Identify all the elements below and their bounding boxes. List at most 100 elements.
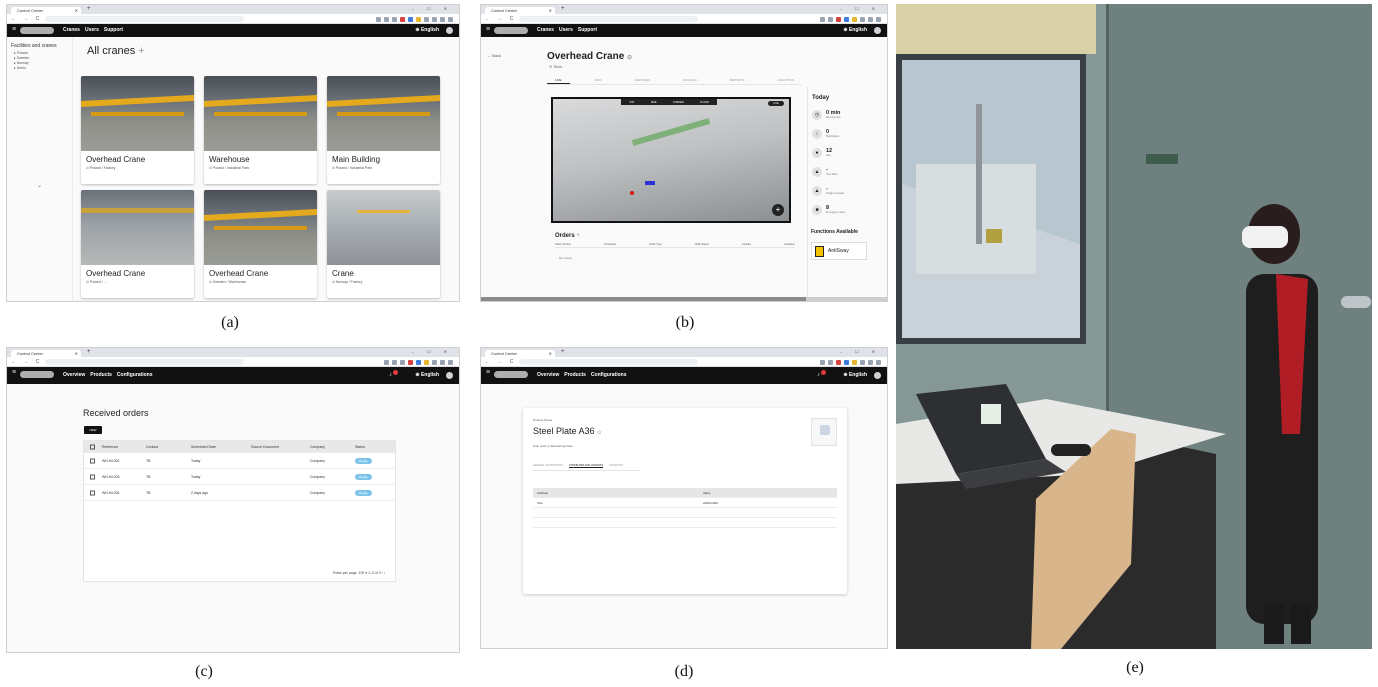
3d-crane-viewport[interactable]: TOP SIDE CORNER FLOOR LIVE +	[551, 97, 791, 223]
tab-info[interactable]: INFO	[587, 77, 610, 84]
product-image-placeholder[interactable]	[811, 418, 837, 446]
window-controls[interactable]: – ☐ ✕	[840, 6, 881, 11]
sidebar-item-demo[interactable]: ▸ Demo	[14, 66, 68, 70]
tab-inventory[interactable]: INVENTORY	[609, 464, 624, 468]
info-icon[interactable]: ⊙	[627, 55, 632, 61]
address-field[interactable]	[45, 359, 244, 365]
nav-users[interactable]: Users	[85, 27, 99, 33]
new-tab-icon[interactable]: +	[87, 349, 91, 355]
extension-icons[interactable]	[820, 16, 881, 22]
language-selector[interactable]: ⊕ English	[415, 372, 439, 378]
sidebar-item-norway[interactable]: ▸ Norway	[14, 61, 68, 65]
browser-tab[interactable]: Control Center ✕	[11, 350, 81, 357]
table-row[interactable]	[533, 508, 837, 518]
tab-live[interactable]: LIVE	[547, 77, 570, 84]
new-tab-icon[interactable]: +	[87, 6, 91, 12]
window-controls[interactable]: – ☐ ✕	[840, 349, 881, 354]
nav-cranes[interactable]: Cranes	[537, 27, 554, 33]
pagination[interactable]: Rows per page: 100 ▾ 1–3 of 3 ‹ ›	[84, 571, 395, 575]
tab-reports[interactable]: REPORTS	[722, 77, 752, 84]
view-floor-button[interactable]: FLOOR	[700, 101, 709, 104]
nav-configurations[interactable]: Configurations	[591, 372, 627, 378]
live-toggle[interactable]: LIVE	[768, 101, 784, 106]
crane-card[interactable]: Overhead Crane ⊙ Poland / Factory	[81, 76, 194, 184]
nav-overview[interactable]: Overview	[63, 372, 85, 378]
close-tab-icon[interactable]: ✕	[549, 350, 552, 357]
column-header[interactable]: Reference	[102, 445, 118, 449]
extension-icons[interactable]	[384, 359, 453, 365]
browser-tab[interactable]: Control Center ✕	[485, 7, 555, 14]
column-header[interactable]: Value	[703, 491, 710, 495]
new-order-button[interactable]: NEW	[84, 426, 102, 434]
row-checkbox[interactable]	[90, 474, 95, 479]
row-checkbox[interactable]	[90, 458, 95, 463]
avatar[interactable]	[446, 372, 453, 379]
crane-card[interactable]: Overhead Crane ⊙ Sweden / Warehouse	[204, 190, 317, 298]
tab-analytics[interactable]: ANALYTICS	[769, 77, 801, 84]
close-tab-icon[interactable]: ✕	[75, 7, 78, 14]
antisway-function[interactable]: AntiSway	[811, 242, 867, 260]
column-header[interactable]: Source Document	[251, 445, 279, 449]
close-tab-icon[interactable]: ✕	[75, 350, 78, 357]
column-header[interactable]: Scheduled Date	[191, 445, 216, 449]
window-controls[interactable]: – ☐ ✕	[412, 349, 453, 354]
extension-icons[interactable]	[376, 16, 453, 22]
column-header[interactable]: Order Number	[555, 243, 571, 246]
avatar[interactable]	[446, 27, 453, 34]
nav-support[interactable]: Support	[578, 27, 597, 33]
nav-cranes[interactable]: Cranes	[63, 27, 80, 33]
column-header[interactable]: Attribute	[537, 491, 548, 495]
horizontal-scrollbar[interactable]	[481, 297, 887, 301]
crane-card[interactable]: Main Building ⊙ Poland / Industrial Park	[327, 76, 440, 184]
select-all-checkbox[interactable]	[90, 444, 95, 449]
tab-on-hold[interactable]: ON HOLD	[675, 77, 705, 84]
language-selector[interactable]: ⊕ English	[843, 372, 867, 378]
column-header[interactable]: Contact	[146, 445, 158, 449]
crane-card[interactable]: Crane ⊙ Norway / Factory	[327, 190, 440, 298]
tab-services[interactable]: SERVICES	[627, 77, 658, 84]
info-icon[interactable]: ⊙	[597, 430, 601, 436]
language-selector[interactable]: ⊕ English	[415, 27, 439, 33]
column-header[interactable]: Timestamp	[604, 243, 616, 246]
crane-card[interactable]: Overhead Crane ⊙ Poland / ...	[81, 190, 194, 298]
chevron-down-icon[interactable]: ⌄	[37, 182, 42, 189]
avatar[interactable]	[874, 27, 881, 34]
column-header[interactable]: Container	[784, 243, 795, 246]
column-header[interactable]: Order Type	[649, 243, 661, 246]
add-crane-icon[interactable]: +	[138, 45, 144, 57]
nav-products[interactable]: Products	[564, 372, 586, 378]
bell-icon[interactable]: ♪	[817, 370, 826, 379]
column-header[interactable]: Company	[310, 445, 325, 449]
browser-tab[interactable]: Control Center ✕	[485, 350, 555, 357]
address-field[interactable]	[45, 16, 244, 22]
row-checkbox[interactable]	[90, 490, 95, 495]
tab-general-information[interactable]: GENERAL INFORMATION	[533, 464, 563, 468]
window-controls[interactable]: – ☐ ✕	[412, 6, 453, 11]
table-row[interactable]: WH-IN-002 TB Today Company Ready	[84, 453, 395, 469]
column-header[interactable]: Status	[355, 445, 365, 449]
browser-tab[interactable]: Control Center ✕	[11, 7, 81, 14]
new-tab-icon[interactable]: +	[561, 349, 565, 355]
bell-icon[interactable]: ♪	[389, 370, 398, 379]
sidebar-item-sweden[interactable]: ▸ Sweden	[14, 56, 68, 60]
view-top-button[interactable]: TOP	[629, 101, 634, 104]
view-side-button[interactable]: SIDE	[651, 101, 657, 104]
menu-icon[interactable]: ≡	[12, 369, 16, 376]
table-row[interactable]: WH-IN-004 TB 2 days ago Company Ready	[84, 485, 395, 501]
column-header[interactable]: Location	[742, 243, 751, 246]
avatar[interactable]	[874, 372, 881, 379]
menu-icon[interactable]: ≡	[486, 26, 490, 33]
address-field[interactable]	[519, 16, 698, 22]
tab-attributes-variants[interactable]: ATTRIBUTES AND VARIANTS	[568, 464, 604, 468]
table-row[interactable]: Size 2000x1000	[533, 498, 837, 508]
table-row[interactable]	[533, 518, 837, 528]
add-button[interactable]: +	[772, 204, 784, 216]
close-tab-icon[interactable]: ✕	[549, 7, 552, 14]
back-link[interactable]: ← Back	[487, 53, 501, 58]
address-field[interactable]	[519, 359, 698, 365]
nav-configurations[interactable]: Configurations	[117, 372, 153, 378]
column-header[interactable]: Order Status	[695, 243, 709, 246]
nav-products[interactable]: Products	[90, 372, 112, 378]
nav-users[interactable]: Users	[559, 27, 573, 33]
view-corner-button[interactable]: CORNER	[673, 101, 684, 104]
